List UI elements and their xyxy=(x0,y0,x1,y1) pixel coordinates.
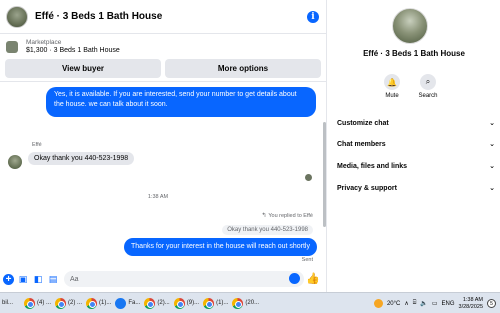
chrome-icon xyxy=(86,297,98,309)
volume-icon[interactable]: 🔈 xyxy=(420,300,427,307)
quoted-message[interactable]: Okay thank you 440-523-1998 xyxy=(222,225,313,235)
clock-date: 3/28/2025 xyxy=(458,303,483,310)
taskbar-item[interactable]: (1)... xyxy=(84,293,113,313)
info-icon[interactable]: i xyxy=(307,11,319,23)
chevron-down-icon: ⌄ xyxy=(489,163,495,170)
notification-icon[interactable]: 5 xyxy=(487,299,496,308)
taskbar-item-label: (2) ... xyxy=(68,300,83,306)
clock-time: 1:38 AM xyxy=(462,296,483,303)
reply-label: ↰ You replied to Effé xyxy=(261,212,313,220)
listing-name: $1,300 · 3 Beds 1 Bath House xyxy=(26,46,120,54)
chrome-icon xyxy=(24,297,35,309)
thumbs-up-icon[interactable]: 👍 xyxy=(306,272,320,285)
view-buyer-button[interactable]: View buyer xyxy=(5,59,161,78)
listing-category: Marketplace xyxy=(26,39,62,47)
mute-label: Mute xyxy=(385,93,399,99)
sticker-icon[interactable]: ◧ xyxy=(32,273,44,285)
scrollbar[interactable] xyxy=(323,122,326,227)
chrome-icon xyxy=(232,297,244,309)
chat-pane: Effé · 3 Beds 1 Bath House i Marketplace… xyxy=(0,0,327,292)
taskbar-item-label: (9)... xyxy=(186,300,200,306)
battery-icon[interactable]: ▭ xyxy=(432,300,438,307)
listing-thumbnail xyxy=(6,41,18,53)
taskbar-item[interactable]: (9)... xyxy=(172,293,201,313)
network-icon[interactable]: ⌸ xyxy=(413,300,417,307)
outgoing-message[interactable]: Thanks for your interest in the house wi… xyxy=(124,238,317,257)
gif-icon[interactable]: ▤ xyxy=(47,273,59,285)
info-panel: Effé · 3 Beds 1 Bath House 🔔 Mute ⌕ Sear… xyxy=(328,0,500,292)
plus-icon[interactable]: + xyxy=(3,273,14,285)
taskbar-item[interactable]: bil... xyxy=(0,293,22,313)
search-icon: ⌕ xyxy=(420,74,436,90)
taskbar-item-label: (1)... xyxy=(216,300,229,306)
bell-icon: 🔔 xyxy=(384,74,400,90)
taskbar-item[interactable]: (20... xyxy=(230,293,261,313)
taskbar-item-label: (1)... xyxy=(99,300,112,306)
reply-arrow-icon: ↰ xyxy=(261,213,267,219)
taskbar-item[interactable]: (2) ... xyxy=(53,293,84,313)
privacy-support-section[interactable]: Privacy & support ⌄ xyxy=(337,181,495,195)
reply-label-text: You replied to Effé xyxy=(268,212,313,219)
chrome-icon xyxy=(144,297,156,309)
system-tray: 20°C ∧ ⌸ 🔈 ▭ ENG 1:38 AM 3/28/2025 5 xyxy=(373,293,500,313)
message-input-placeholder: Aa xyxy=(70,275,79,283)
contact-name: Effé · 3 Beds 1 Bath House xyxy=(363,49,465,58)
chevron-down-icon: ⌄ xyxy=(489,185,495,192)
taskbar-item[interactable]: Fa... xyxy=(113,293,142,313)
more-options-button[interactable]: More options xyxy=(165,59,321,78)
taskbar: bil... (4) ... (2) ... (1)... Fa... (2).… xyxy=(0,292,500,313)
chat-members-section[interactable]: Chat members ⌄ xyxy=(337,137,495,151)
taskbar-item-label: (2)... xyxy=(157,300,170,306)
chrome-icon xyxy=(55,297,67,309)
customize-chat-section[interactable]: Customize chat ⌄ xyxy=(337,116,495,130)
media-files-links-section[interactable]: Media, files and links ⌄ xyxy=(337,159,495,173)
message-list: Yes, it is available. If you are interes… xyxy=(0,81,327,267)
search-button[interactable]: ⌕ Search xyxy=(414,74,442,99)
seen-indicator-avatar xyxy=(305,174,312,181)
chevron-down-icon: ⌄ xyxy=(489,120,495,127)
temperature[interactable]: 20°C xyxy=(387,301,400,307)
taskbar-item-label: (4) ... xyxy=(37,300,52,306)
message-status: Sent xyxy=(301,257,313,263)
chrome-icon xyxy=(203,297,215,309)
contact-avatar-large[interactable] xyxy=(392,8,428,44)
sender-avatar[interactable] xyxy=(8,155,22,169)
weather-icon[interactable] xyxy=(373,299,383,308)
sender-name: Effé xyxy=(32,142,42,148)
app-window: Effé · 3 Beds 1 Bath House i Marketplace… xyxy=(0,0,500,313)
taskbar-item-label: Fa... xyxy=(128,300,141,306)
outgoing-message[interactable]: Yes, it is available. If you are interes… xyxy=(46,87,316,117)
chat-title[interactable]: Effé · 3 Beds 1 Bath House xyxy=(35,11,162,22)
incoming-message[interactable]: Okay thank you 440-523-1998 xyxy=(28,152,135,165)
mute-button[interactable]: 🔔 Mute xyxy=(378,74,406,99)
taskbar-item[interactable]: (1)... xyxy=(201,293,230,313)
language-indicator[interactable]: ENG xyxy=(442,301,455,307)
listing-actions: View buyer More options xyxy=(5,59,321,78)
message-input[interactable]: Aa xyxy=(64,271,304,287)
chat-header: Effé · 3 Beds 1 Bath House i xyxy=(0,0,327,34)
facebook-icon xyxy=(115,297,127,309)
image-icon[interactable]: ▣ xyxy=(17,273,29,285)
section-label: Privacy & support xyxy=(337,184,397,192)
search-label: Search xyxy=(418,93,438,99)
chevron-up-icon[interactable]: ∧ xyxy=(404,300,408,307)
listing-summary[interactable]: Marketplace $1,300 · 3 Beds 1 Bath House xyxy=(0,35,327,59)
section-label: Chat members xyxy=(337,140,386,148)
section-label: Customize chat xyxy=(337,119,389,127)
contact-avatar[interactable] xyxy=(6,5,28,28)
taskbar-item[interactable]: (2)... xyxy=(142,293,171,313)
taskbar-item-label: (20... xyxy=(245,300,260,306)
section-label: Media, files and links xyxy=(337,162,408,170)
chrome-icon xyxy=(173,297,185,309)
taskbar-item[interactable]: (4) ... xyxy=(22,293,53,313)
emoji-icon[interactable] xyxy=(289,273,300,284)
clock[interactable]: 1:38 AM 3/28/2025 xyxy=(459,297,483,310)
composer: + ▣ ◧ ▤ Aa xyxy=(0,268,327,290)
message-timestamp: 1:38 AM xyxy=(147,194,169,200)
chevron-down-icon: ⌄ xyxy=(489,141,495,148)
